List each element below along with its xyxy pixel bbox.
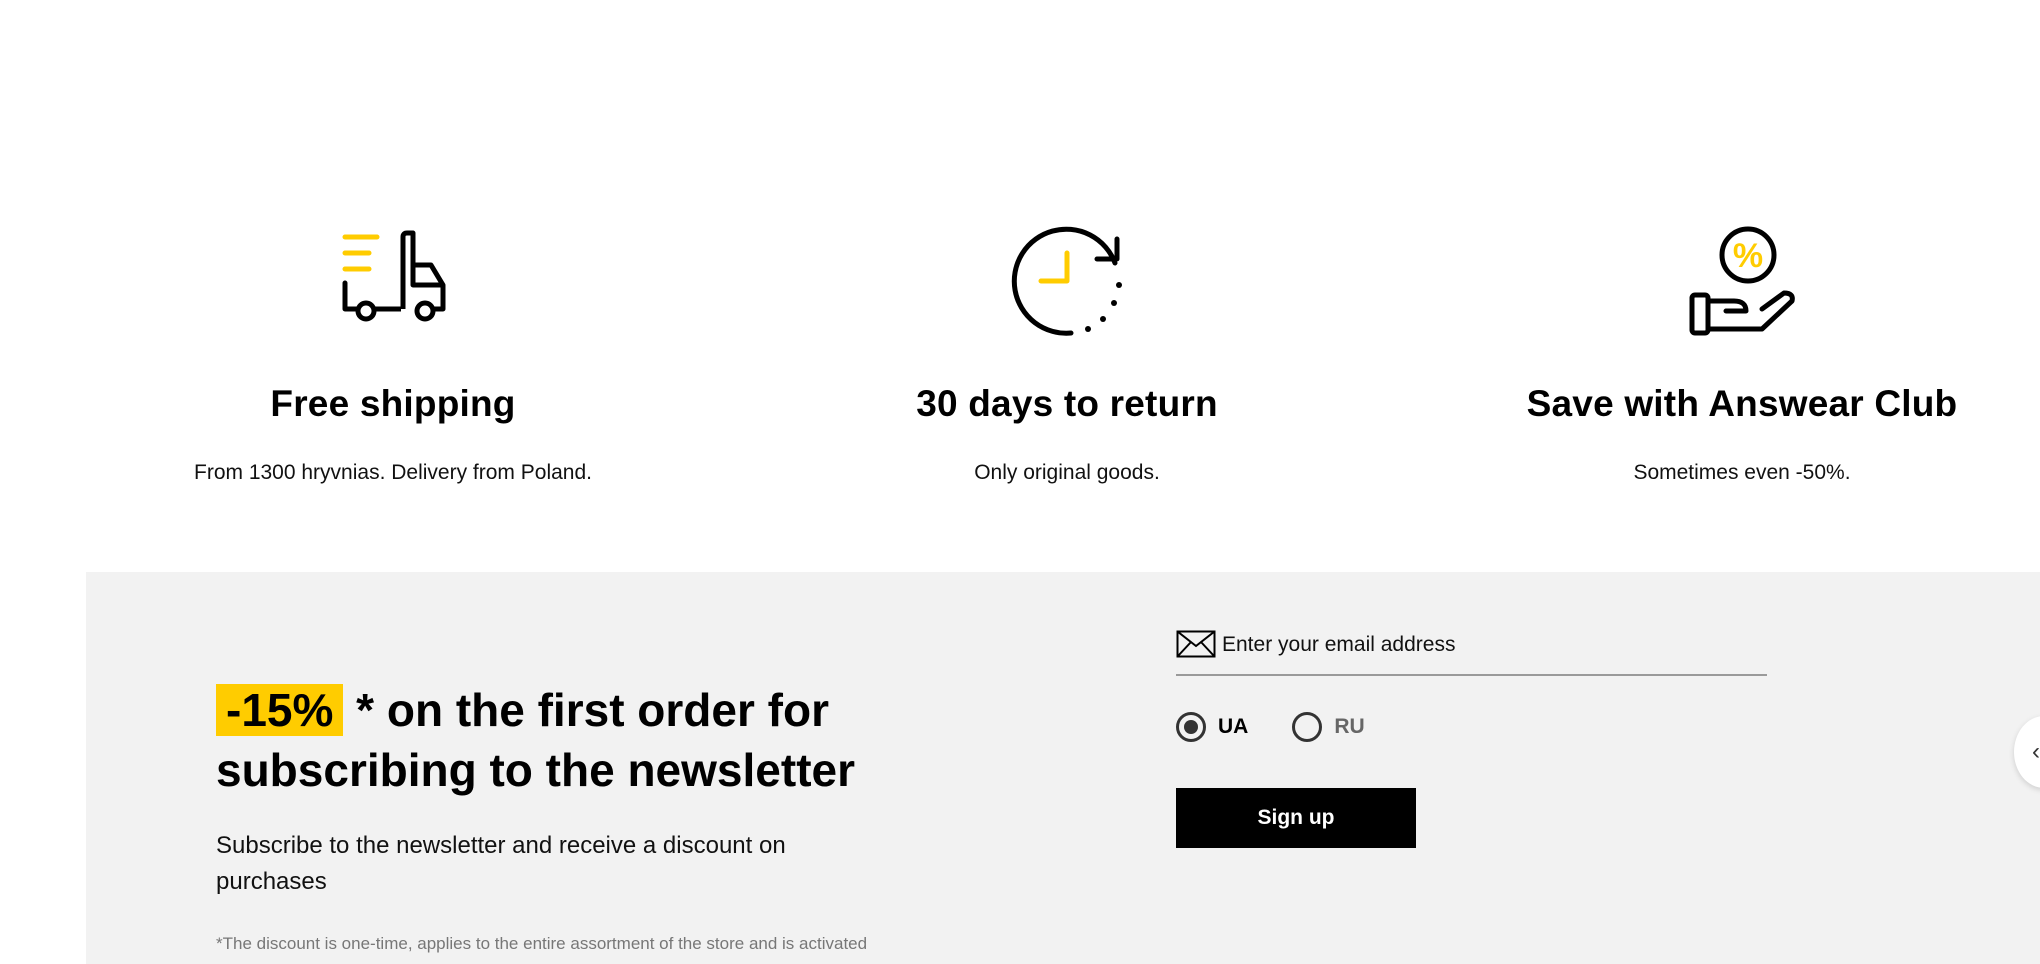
sign-up-button[interactable]: Sign up (1176, 788, 1416, 848)
newsletter-headline: -15% * on the first order for subscribin… (216, 680, 976, 800)
envelope-icon (1176, 630, 1216, 658)
newsletter-subtext: Subscribe to the newsletter and receive … (216, 832, 786, 895)
radio-ua-label: UA (1218, 715, 1249, 738)
hand-percent-icon: % (1689, 226, 1795, 336)
benefit-returns: 30 days to return Only original goods. (807, 225, 1327, 485)
benefit-answear-club: % Save with Answear Club Sometimes even … (1482, 225, 2002, 485)
truck-icon (342, 230, 446, 322)
newsletter-section: -15% * on the first order for subscribin… (86, 572, 2040, 964)
svg-text:%: % (1733, 237, 1763, 275)
benefit-description: Sometimes even -50%. (1633, 461, 1851, 484)
benefit-description: From 1300 hryvnias. Delivery from Poland… (194, 461, 592, 484)
radio-ua[interactable]: UA (1176, 712, 1248, 742)
radio-ru-circle[interactable] (1292, 712, 1323, 742)
language-radio-group: UA RU (1176, 712, 1409, 742)
radio-ua-circle[interactable] (1176, 712, 1206, 742)
benefit-title: Free shipping (270, 383, 516, 424)
radio-ru-label: RU (1334, 715, 1365, 738)
email-field-wrapper (1176, 626, 1767, 676)
discount-badge: -15% (216, 684, 344, 736)
clock-return-icon (1011, 226, 1122, 336)
benefit-title: Save with Answear Club (1526, 383, 1958, 424)
email-input[interactable] (1222, 633, 1752, 657)
benefit-description: Only original goods. (974, 461, 1160, 484)
chevron-left-icon: ‹ (2032, 738, 2040, 765)
discount-footnote: *The discount is one-time, applies to th… (216, 934, 868, 953)
radio-ru[interactable]: RU (1292, 712, 1365, 742)
benefit-title: 30 days to return (916, 383, 1218, 424)
benefit-free-shipping: Free shipping From 1300 hryvnias. Delive… (133, 225, 653, 485)
